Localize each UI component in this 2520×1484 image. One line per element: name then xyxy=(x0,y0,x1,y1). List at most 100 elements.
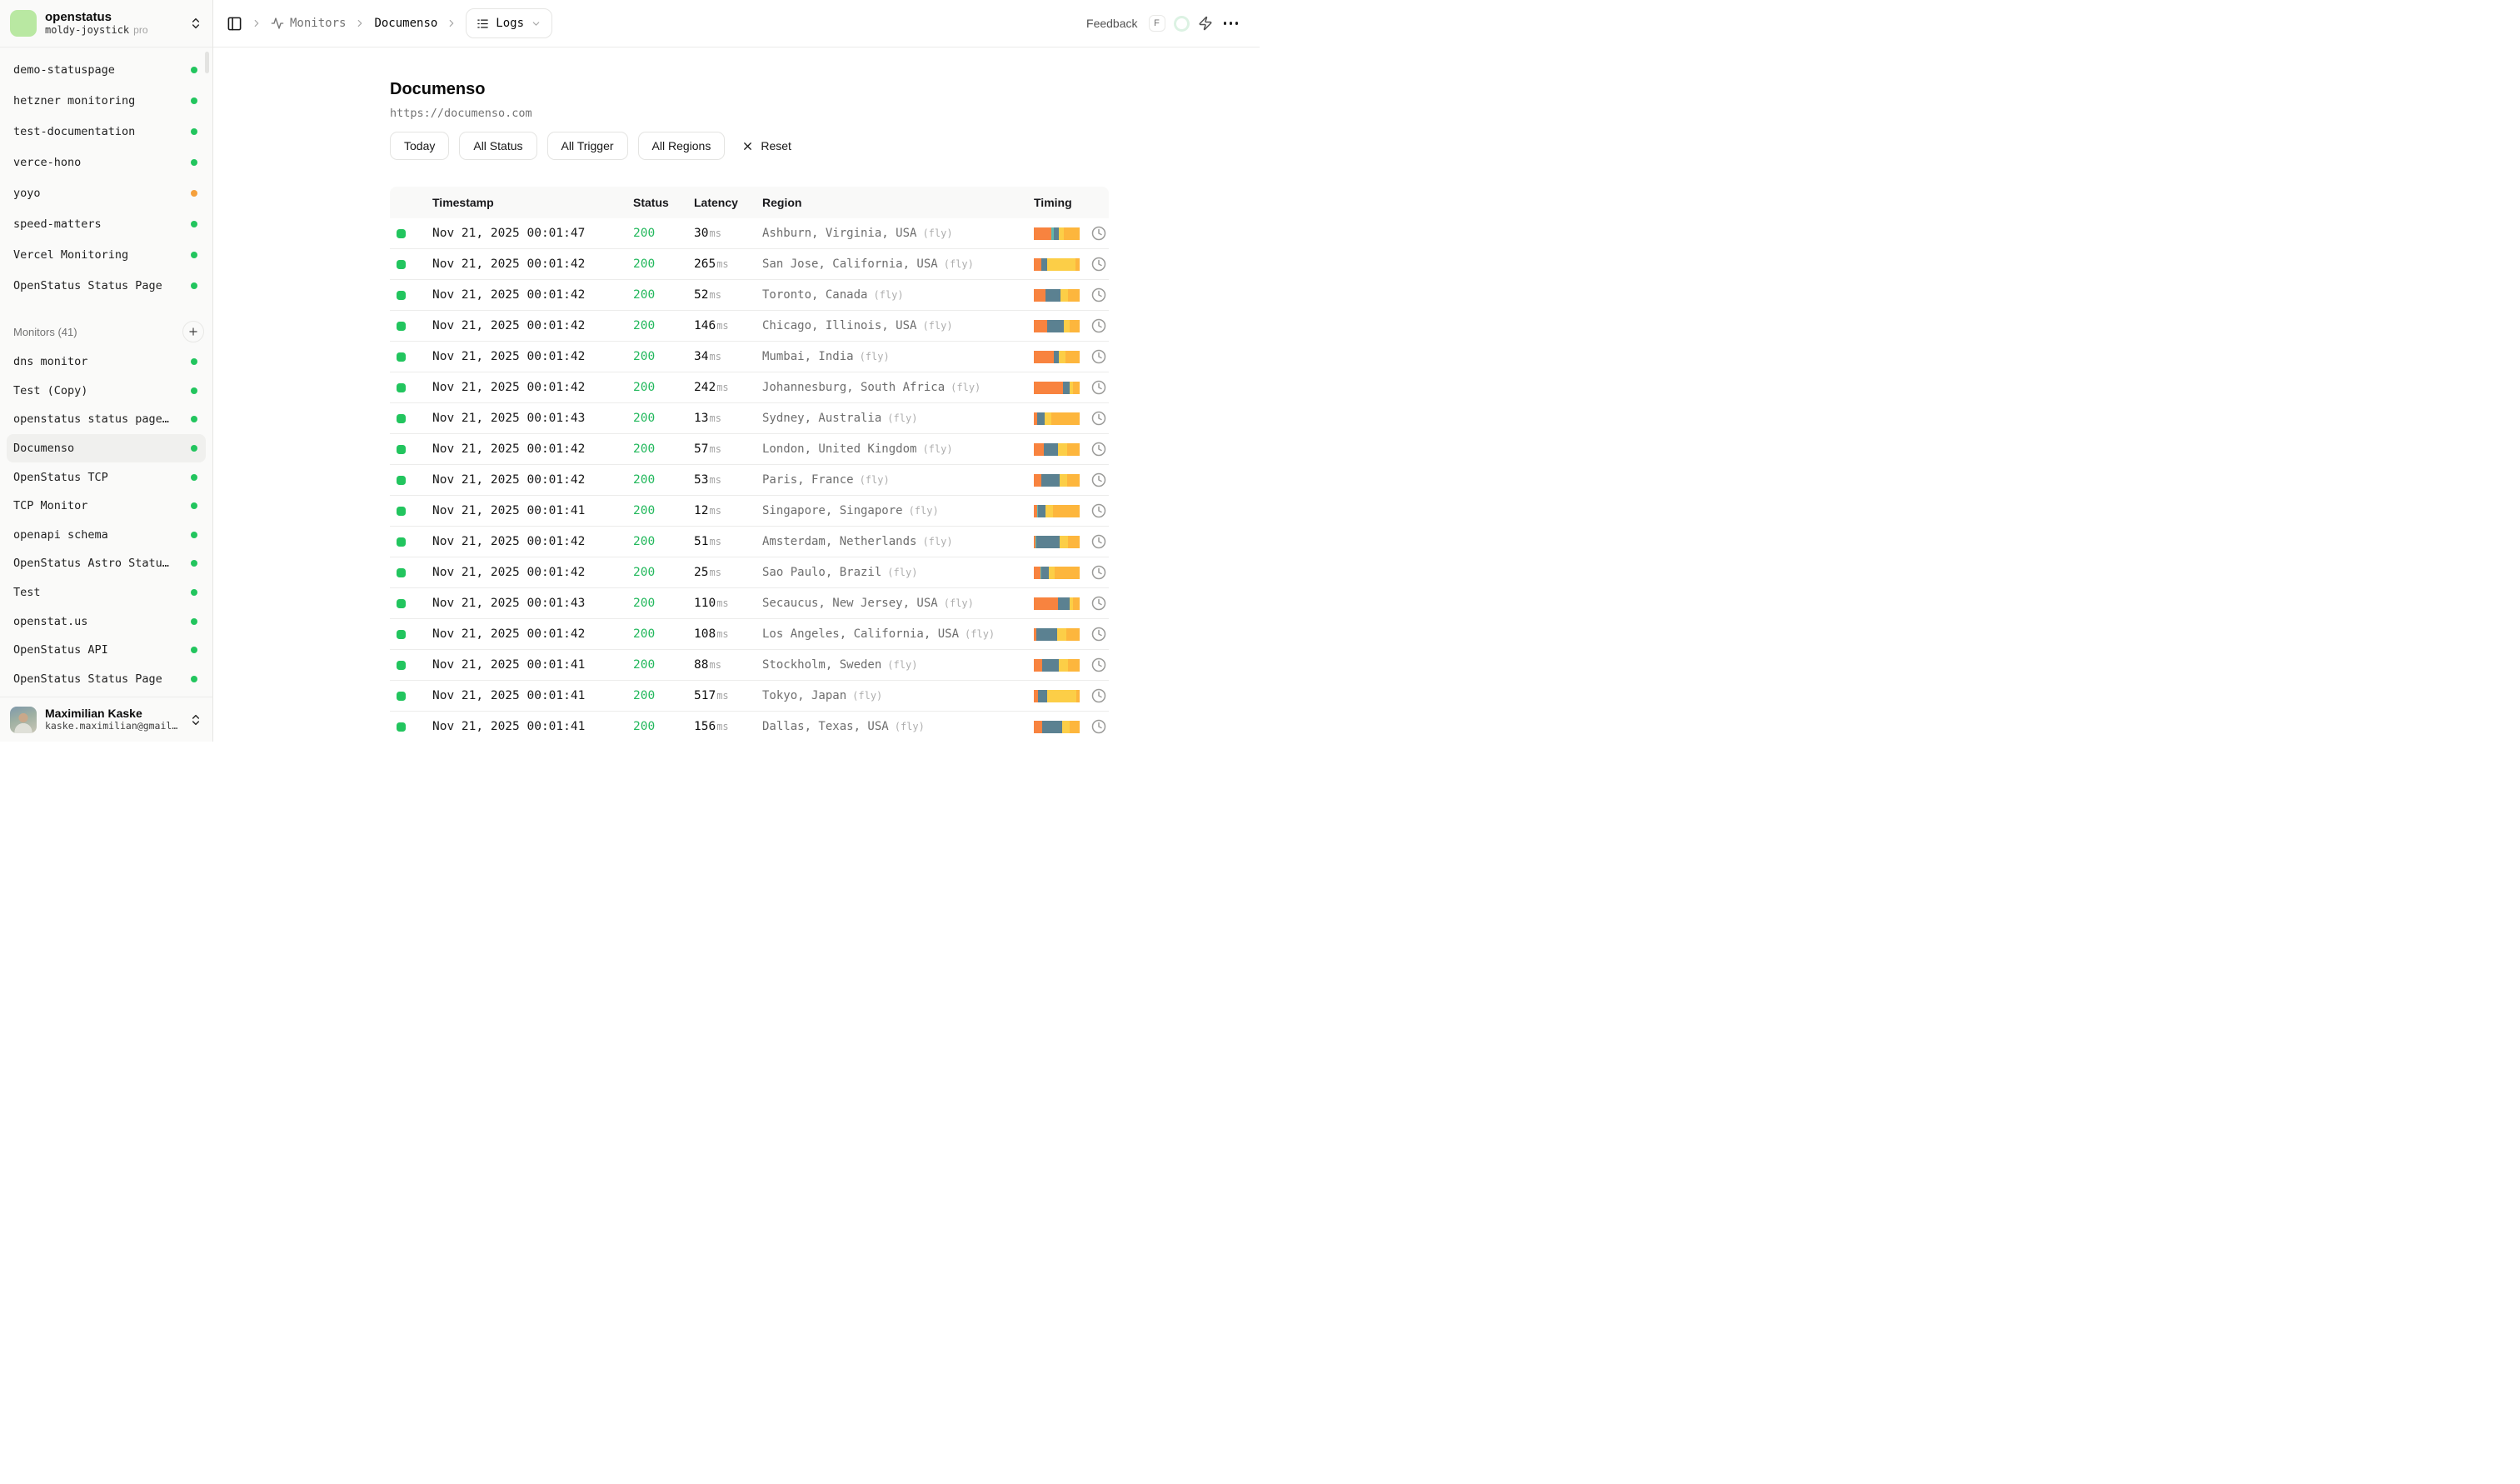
row-status-dot xyxy=(397,260,406,269)
sidebar-monitor-test-copy[interactable]: Test (Copy) xyxy=(7,377,206,406)
user-menu[interactable]: Maximilian Kaske kaske.maximilian@gmail… xyxy=(0,697,212,742)
column-header-timing[interactable]: Timing xyxy=(1034,196,1109,209)
log-table-row[interactable]: Nov 21, 2025 00:01:47 200 30ms Ashburn, … xyxy=(390,218,1109,249)
system-status-dot[interactable] xyxy=(1176,18,1187,29)
sidebar-monitor-openstatus-status-page[interactable]: OpenStatus Status Page xyxy=(7,665,206,694)
breadcrumb-page[interactable]: Documenso xyxy=(374,17,437,30)
log-table-row[interactable]: Nov 21, 2025 00:01:42 200 51ms Amsterdam… xyxy=(390,527,1109,557)
chevrons-up-down-icon[interactable] xyxy=(189,17,202,30)
timing-segment-transfer xyxy=(1066,628,1080,641)
row-latency: 34ms xyxy=(694,350,762,363)
clock-icon xyxy=(1091,534,1106,549)
timing-segment-dns xyxy=(1034,597,1058,610)
timing-segment-ttfb xyxy=(1059,659,1067,672)
sidebar-item-label: OpenStatus TCP xyxy=(13,471,108,484)
user-email: kaske.maximilian@gmail… xyxy=(45,720,181,732)
log-table-row[interactable]: Nov 21, 2025 00:01:42 200 265ms San Jose… xyxy=(390,249,1109,280)
row-region: Dallas, Texas, USA(fly) xyxy=(762,720,1034,733)
workspace-switcher[interactable]: openstatus moldy-joystick pro xyxy=(0,0,212,47)
row-timestamp: Nov 21, 2025 00:01:42 xyxy=(432,535,633,548)
row-region: San Jose, California, USA(fly) xyxy=(762,257,1034,271)
main-panel: Monitors Documenso Logs Feedback F xyxy=(213,0,1260,742)
log-table-row[interactable]: Nov 21, 2025 00:01:41 200 156ms Dallas, … xyxy=(390,712,1109,742)
sidebar-monitor-openstatus-tcp[interactable]: OpenStatus TCP xyxy=(7,462,206,492)
sidebar-monitor-test[interactable]: Test xyxy=(7,578,206,607)
sidebar-page-speed-matters[interactable]: speed-matters xyxy=(7,208,206,239)
timing-segment-tls xyxy=(1041,474,1059,487)
log-table-row[interactable]: Nov 21, 2025 00:01:42 200 53ms Paris, Fr… xyxy=(390,465,1109,496)
timing-segment-transfer xyxy=(1067,443,1080,456)
timing-bar xyxy=(1034,443,1080,456)
command-menu-button[interactable] xyxy=(1198,16,1213,31)
sidebar-page-verce-hono[interactable]: verce-hono xyxy=(7,147,206,177)
log-table-row[interactable]: Nov 21, 2025 00:01:42 200 34ms Mumbai, I… xyxy=(390,342,1109,372)
sidebar-monitor-openstatus-status-page[interactable]: openstatus status page… xyxy=(7,405,206,434)
column-header-latency[interactable]: Latency xyxy=(694,196,762,209)
chevrons-up-down-icon[interactable] xyxy=(189,713,202,727)
status-dot xyxy=(191,282,197,289)
row-latency: 25ms xyxy=(694,566,762,579)
filter-button-all-trigger[interactable]: All Trigger xyxy=(547,132,628,160)
timing-segment-dns xyxy=(1034,320,1047,332)
log-table-row[interactable]: Nov 21, 2025 00:01:41 200 88ms Stockholm… xyxy=(390,650,1109,681)
sidebar-page-vercel-monitoring[interactable]: Vercel Monitoring xyxy=(7,239,206,270)
sidebar-monitor-documenso[interactable]: Documenso xyxy=(7,434,206,463)
row-timing xyxy=(1034,380,1109,395)
more-menu-button[interactable] xyxy=(1224,18,1239,28)
log-table-row[interactable]: Nov 21, 2025 00:01:42 200 242ms Johannes… xyxy=(390,372,1109,403)
sidebar-page-hetzner-monitoring[interactable]: hetzner monitoring xyxy=(7,85,206,116)
timing-segment-tls xyxy=(1063,382,1070,394)
status-dot xyxy=(191,190,197,197)
log-table-row[interactable]: Nov 21, 2025 00:01:42 200 146ms Chicago,… xyxy=(390,311,1109,342)
row-latency: 88ms xyxy=(694,658,762,672)
sidebar-item-label: OpenStatus Status Page xyxy=(13,279,162,292)
sidebar-toggle-button[interactable] xyxy=(227,16,242,32)
filter-button-today[interactable]: Today xyxy=(390,132,449,160)
sidebar-page-yoyo[interactable]: yoyo xyxy=(7,177,206,208)
log-table-row[interactable]: Nov 21, 2025 00:01:42 200 25ms Sao Paulo… xyxy=(390,557,1109,588)
sidebar-monitor-openstatus-api[interactable]: OpenStatus API xyxy=(7,636,206,665)
sidebar-page-openstatus-status-page[interactable]: OpenStatus Status Page xyxy=(7,270,206,301)
row-timestamp: Nov 21, 2025 00:01:42 xyxy=(432,566,633,579)
chevron-right-icon xyxy=(354,17,366,29)
sidebar-item-label: OpenStatus Status Page xyxy=(13,672,162,686)
sidebar-item-label: TCP Monitor xyxy=(13,499,87,512)
x-icon xyxy=(741,140,754,152)
timing-bar xyxy=(1034,721,1080,733)
sidebar-monitor-openstatus-astro-statu[interactable]: OpenStatus Astro Statu… xyxy=(7,549,206,578)
sidebar-monitor-openstat-us[interactable]: openstat.us xyxy=(7,607,206,636)
sidebar-monitor-dns-monitor[interactable]: dns monitor xyxy=(7,347,206,377)
filter-button-all-status[interactable]: All Status xyxy=(459,132,536,160)
feedback-button[interactable]: Feedback xyxy=(1086,17,1137,30)
row-status-dot xyxy=(397,692,406,701)
column-header-region[interactable]: Region xyxy=(762,196,1034,209)
column-header-timestamp[interactable]: Timestamp xyxy=(432,196,633,209)
timing-segment-ttfb xyxy=(1045,412,1052,425)
sidebar-page-test-documentation[interactable]: test-documentation xyxy=(7,116,206,147)
log-table-row[interactable]: Nov 21, 2025 00:01:41 200 12ms Singapore… xyxy=(390,496,1109,527)
feedback-shortcut-badge: F xyxy=(1149,15,1165,32)
log-table-row[interactable]: Nov 21, 2025 00:01:43 200 13ms Sydney, A… xyxy=(390,403,1109,434)
row-timestamp: Nov 21, 2025 00:01:41 xyxy=(432,720,633,733)
filter-button-all-regions[interactable]: All Regions xyxy=(638,132,726,160)
log-table-row[interactable]: Nov 21, 2025 00:01:41 200 517ms Tokyo, J… xyxy=(390,681,1109,712)
row-timestamp: Nov 21, 2025 00:01:43 xyxy=(432,412,633,425)
panel-left-icon xyxy=(227,16,242,32)
sidebar-monitor-openapi-schema[interactable]: openapi schema xyxy=(7,521,206,550)
view-selector-logs[interactable]: Logs xyxy=(466,8,552,38)
log-table-row[interactable]: Nov 21, 2025 00:01:42 200 52ms Toronto, … xyxy=(390,280,1109,311)
sidebar-page-demo-statuspage[interactable]: demo-statuspage xyxy=(7,54,206,85)
sidebar-scrollbar-thumb[interactable] xyxy=(205,52,209,73)
status-dot xyxy=(191,445,197,452)
log-table-row[interactable]: Nov 21, 2025 00:01:42 200 57ms London, U… xyxy=(390,434,1109,465)
row-timing xyxy=(1034,719,1109,734)
row-timestamp: Nov 21, 2025 00:01:41 xyxy=(432,689,633,702)
monitors-group-header: Monitors (41) xyxy=(0,316,212,347)
column-header-status[interactable]: Status xyxy=(633,196,694,209)
add-monitor-button[interactable] xyxy=(182,321,204,342)
sidebar-monitor-tcp-monitor[interactable]: TCP Monitor xyxy=(7,492,206,521)
log-table-row[interactable]: Nov 21, 2025 00:01:43 200 110ms Secaucus… xyxy=(390,588,1109,619)
reset-filters-button[interactable]: Reset xyxy=(741,139,791,152)
log-table-row[interactable]: Nov 21, 2025 00:01:42 200 108ms Los Ange… xyxy=(390,619,1109,650)
breadcrumb-monitors[interactable]: Monitors xyxy=(271,17,346,30)
